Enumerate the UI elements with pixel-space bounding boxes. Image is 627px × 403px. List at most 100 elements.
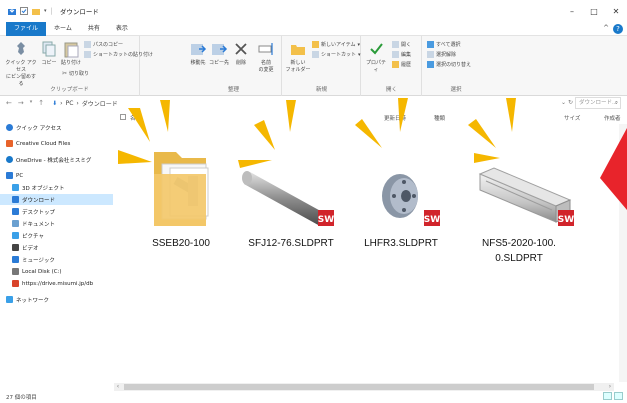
delete-button[interactable]: 削除 — [232, 40, 250, 67]
back-button[interactable]: ← — [6, 99, 12, 107]
nav-item[interactable]: デスクトップ — [0, 206, 113, 217]
window-controls: – □ ✕ — [561, 0, 627, 22]
download-icon — [12, 196, 19, 203]
column-author[interactable]: 作成者 — [604, 114, 621, 122]
copy-path-button[interactable]: パスのコピー — [84, 41, 123, 48]
crumb-pc[interactable]: PC — [66, 100, 74, 107]
nav-item[interactable]: Creative Cloud Files — [0, 138, 113, 149]
move-to-icon — [191, 44, 207, 55]
history-dropdown-icon[interactable]: ▾ — [30, 99, 33, 107]
copy-path-label: パスのコピー — [93, 42, 124, 48]
open-group: プロパティ 開く 編集 履歴 開く — [362, 36, 422, 96]
nav-item[interactable]: ドキュメント — [0, 218, 113, 229]
network-icon — [6, 296, 13, 303]
search-icon: ⌕ — [614, 100, 618, 106]
new-folder-label: 新しい フォルダー — [285, 60, 311, 73]
horizontal-scrollbar[interactable]: ‹ › — [114, 383, 614, 391]
nav-item[interactable]: ピクチャ — [0, 230, 113, 241]
copy-path-icon — [84, 41, 91, 48]
tab-home[interactable]: ホーム — [46, 22, 80, 36]
edit-icon — [392, 51, 399, 58]
close-button[interactable]: ✕ — [605, 0, 627, 22]
select-all-checkbox[interactable] — [120, 114, 126, 120]
pin-quick-access-button[interactable]: クイック アクセス にピン留めする — [4, 40, 38, 88]
nav-item[interactable]: ネットワーク — [0, 294, 113, 305]
move-to-label: 移動先 — [190, 60, 206, 66]
search-input[interactable]: ダウンロード... ⌕ — [575, 97, 621, 109]
file-item[interactable]: SW SFJ12-76.SLDPRT — [236, 124, 346, 274]
paste-button[interactable]: 貼り付け — [60, 40, 82, 67]
music-icon — [12, 256, 19, 263]
up-button[interactable]: ↑ — [38, 99, 44, 107]
ribbon-collapse-icon[interactable]: ^ — [603, 24, 609, 32]
tab-file[interactable]: ファイル — [6, 21, 47, 36]
forward-button[interactable]: → — [18, 99, 24, 107]
shortcut-dropdown-icon: ▾ — [358, 51, 361, 58]
tab-share[interactable]: 共有 — [80, 22, 108, 36]
maximize-button[interactable]: □ — [583, 0, 605, 22]
column-size[interactable]: サイズ — [564, 114, 580, 122]
rename-label: 名前 の変更 — [258, 60, 274, 73]
nav-item[interactable]: Local Disk (C:) — [0, 266, 113, 277]
paste-shortcut-button[interactable]: ショートカットの貼り付け — [84, 51, 153, 58]
invert-selection-button[interactable]: 選択の切り替え — [427, 61, 471, 68]
shortcut-button[interactable]: ショートカット ▾ — [312, 51, 361, 58]
file-item[interactable]: SW LHFR3.SLDPRT — [346, 124, 456, 274]
cube-icon — [12, 184, 19, 191]
crumb-downloads[interactable]: ダウンロード — [82, 99, 118, 108]
scissors-icon: ✂ — [62, 70, 68, 77]
column-name[interactable]: 名前 — [130, 114, 141, 122]
help-icon[interactable]: ? — [613, 24, 623, 34]
rename-button[interactable]: 名前 の変更 — [253, 40, 279, 74]
nav-item[interactable]: 3D オブジェクト — [0, 182, 113, 193]
explorer-window: ▾ | ダウンロード – □ ✕ ファイル ホーム 共有 表示 ^ ? クイック… — [0, 0, 627, 403]
new-item-button[interactable]: 新しいアイテム ▾ — [312, 41, 360, 48]
cut-button[interactable]: ✂ 切り取り — [62, 70, 89, 77]
address-bar: ← → ▾ ↑ ⬇ › PC › ダウンロード — [0, 97, 627, 109]
extrusion-part-icon: SW — [478, 167, 574, 226]
new-folder-qat-icon[interactable] — [32, 7, 40, 15]
minimize-button[interactable]: – — [561, 0, 583, 22]
select-none-button[interactable]: 選択解除 — [427, 51, 456, 58]
nav-item[interactable]: ミュージック — [0, 254, 113, 265]
open-button[interactable]: 開く — [392, 41, 411, 48]
details-view-button[interactable] — [603, 392, 612, 400]
scroll-thumb[interactable] — [124, 384, 594, 390]
navigation-pane: クイック アクセス Creative Cloud Files OneDrive - … — [0, 112, 113, 382]
scroll-left-icon[interactable]: ‹ — [114, 383, 122, 391]
nav-item-label: ビデオ — [22, 245, 39, 252]
move-to-button[interactable]: 移動先 — [188, 40, 208, 67]
column-header: 名前 更新日時 種類 サイズ 作成者 — [114, 112, 627, 124]
nav-item[interactable]: OneDrive - 株式会社ミスミグ — [0, 154, 113, 165]
file-item[interactable]: SW NFS5-2020-100. 0.SLDPRT — [460, 124, 578, 274]
properties-button[interactable]: プロパティ — [364, 40, 388, 74]
edit-button[interactable]: 編集 — [392, 51, 411, 58]
large-icons-view-button[interactable] — [614, 392, 623, 400]
nav-item[interactable]: https://drive.misumi.jp/db — [0, 278, 113, 289]
new-group: 新しい フォルダー 新しいアイテム ▾ ショートカット ▾ 新規 — [283, 36, 361, 96]
history-button[interactable]: 履歴 — [392, 61, 411, 68]
nav-item[interactable]: ダウンロード — [0, 194, 113, 205]
vertical-scrollbar[interactable] — [619, 124, 627, 382]
column-date[interactable]: 更新日時 — [384, 114, 406, 122]
copy-to-button[interactable]: コピー先 — [209, 40, 229, 67]
svg-text:SW: SW — [424, 215, 440, 225]
file-item[interactable]: SSEB20-100 — [126, 124, 236, 274]
nav-item-label: ドキュメント — [22, 221, 56, 228]
refresh-button[interactable]: ⌄ ↻ — [561, 97, 573, 109]
nav-item[interactable]: クイック アクセス — [0, 122, 113, 133]
tab-view[interactable]: 表示 — [108, 22, 136, 36]
new-folder-button[interactable]: 新しい フォルダー — [285, 40, 311, 74]
title-bar: ▾ | ダウンロード – □ ✕ — [0, 0, 627, 22]
scroll-right-icon[interactable]: › — [606, 383, 614, 391]
copy-button[interactable]: コピー — [40, 40, 58, 67]
cut-label: 切り取り — [69, 71, 90, 77]
breadcrumb[interactable]: ⬇ › PC › ダウンロード — [52, 99, 118, 108]
nav-item-label: OneDrive - 株式会社ミスミグ — [16, 157, 92, 164]
column-type[interactable]: 種類 — [434, 114, 445, 122]
nav-item[interactable]: PC — [0, 170, 113, 181]
select-all-button[interactable]: すべて選択 — [427, 41, 460, 48]
qat-dropdown-icon[interactable]: ▾ — [44, 8, 47, 14]
properties-qat-icon[interactable] — [20, 7, 28, 15]
nav-item[interactable]: ビデオ — [0, 242, 113, 253]
